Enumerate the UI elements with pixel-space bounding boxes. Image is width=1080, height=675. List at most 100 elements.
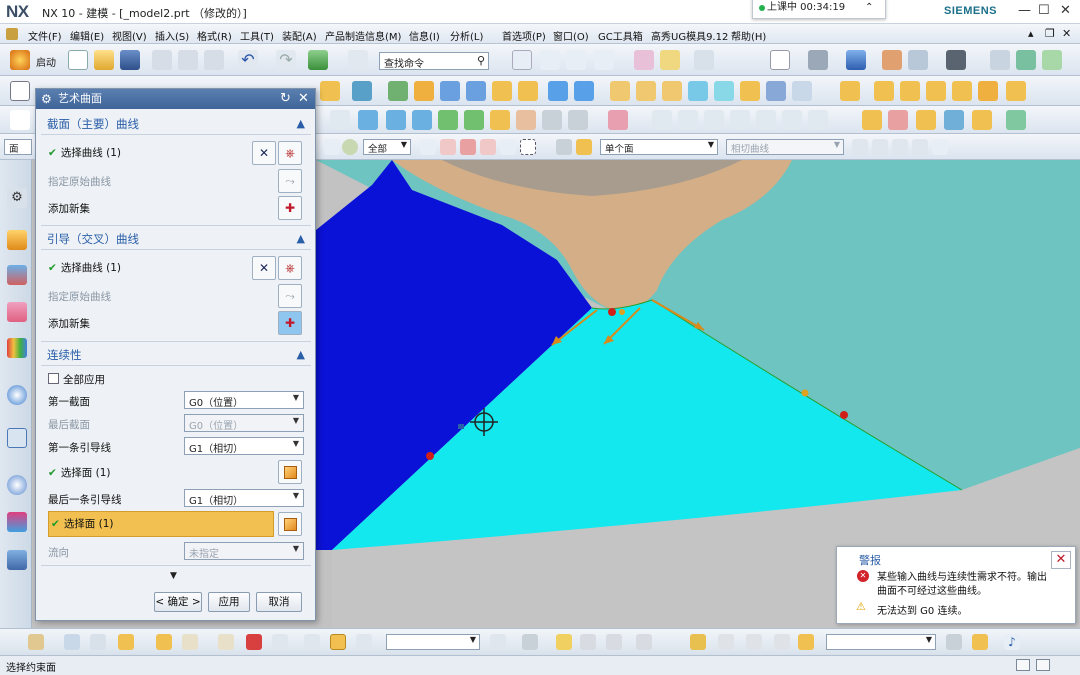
type-filter-combo[interactable]: 面 [4, 139, 32, 155]
clearance-icon[interactable] [522, 634, 538, 650]
delete-face-icon[interactable] [1006, 81, 1026, 101]
menu-mold[interactable]: 高秀UG模具9.12 [651, 28, 728, 43]
sequence-icon[interactable] [272, 634, 288, 650]
trim-curve-icon[interactable] [652, 110, 672, 130]
deviation-icon[interactable] [944, 110, 964, 130]
menu-minimize-icon[interactable]: ▴ [1028, 27, 1034, 40]
mesh-surface-icon[interactable] [386, 110, 406, 130]
slot-icon[interactable] [492, 81, 512, 101]
select-face-2[interactable]: ✔ 选择面 (1) [48, 511, 274, 537]
surface-analysis-icon[interactable] [862, 110, 882, 130]
pocket-icon[interactable] [440, 81, 460, 101]
boss-icon[interactable] [414, 81, 434, 101]
menu-window[interactable]: 窗口(O) [553, 28, 589, 43]
split-icon[interactable] [900, 81, 920, 101]
mold-part-icon[interactable] [690, 634, 706, 650]
last-guide-select[interactable]: G1（相切） ▼ [184, 489, 304, 507]
alert-close-button[interactable]: ✕ [1051, 551, 1071, 569]
curvature-icon[interactable] [916, 110, 936, 130]
mirror-icon[interactable] [840, 81, 860, 101]
join-curve-icon[interactable] [730, 110, 750, 130]
replace-face-icon[interactable] [978, 81, 998, 101]
point-icon[interactable] [566, 50, 586, 70]
swept-icon[interactable] [412, 110, 432, 130]
menu-preferences[interactable]: 首选项(P) [502, 28, 546, 43]
settings-icon[interactable]: ⚙ [7, 188, 27, 208]
assembly-new-icon[interactable] [64, 634, 80, 650]
material-icon[interactable] [1016, 50, 1036, 70]
view-orient-icon[interactable] [808, 50, 828, 70]
edit-curve-icon[interactable] [782, 110, 802, 130]
groove-icon[interactable] [518, 81, 538, 101]
mirror-assembly-icon[interactable] [156, 634, 172, 650]
menu-insert[interactable]: 插入(S) [155, 28, 189, 43]
music-note-icon[interactable]: ♪ [1004, 634, 1020, 650]
new-file-icon[interactable] [68, 50, 88, 70]
menu-help[interactable]: 帮助(H) [731, 28, 766, 43]
arrow-right-icon[interactable] [932, 139, 948, 155]
move-component-icon[interactable] [118, 634, 134, 650]
part-navigator-icon[interactable] [7, 302, 27, 322]
select-guide-curve[interactable]: ✔ 选择曲线 (1) [48, 260, 121, 275]
fillet-curve-icon[interactable] [756, 110, 776, 130]
curve-select-button[interactable]: ⎈ [278, 256, 302, 280]
extract-icon[interactable] [952, 81, 972, 101]
hd3d-icon[interactable] [7, 385, 27, 405]
menu-assembly[interactable]: 装配(A) [282, 28, 317, 43]
shell-icon[interactable] [688, 81, 708, 101]
menu-info[interactable]: 信息(I) [409, 28, 440, 43]
menu-pmi[interactable]: 产品制造信息(M) [325, 28, 401, 43]
extrude-icon[interactable] [320, 81, 340, 101]
sew-icon[interactable] [766, 81, 786, 101]
snap-end-icon[interactable] [440, 139, 456, 155]
menu-edit[interactable]: 编辑(E) [70, 28, 104, 43]
plane-icon[interactable] [594, 50, 614, 70]
cancel-button[interactable]: 取消 [256, 592, 302, 612]
measure-distance-icon[interactable] [490, 634, 506, 650]
pattern-component-icon[interactable] [182, 634, 198, 650]
history-icon[interactable] [7, 475, 27, 495]
select-face-1[interactable]: ✔ 选择面 (1) [48, 465, 111, 480]
trim-body-icon[interactable] [714, 81, 734, 101]
assembly-navigator-icon[interactable] [7, 230, 27, 250]
project-curve-icon[interactable] [568, 110, 588, 130]
open-folder-icon[interactable] [94, 50, 114, 70]
display-icon[interactable] [882, 50, 902, 70]
save-icon[interactable] [120, 50, 140, 70]
law-extension-icon[interactable] [516, 110, 536, 130]
add-set-button[interactable]: ✚ [278, 196, 302, 220]
reset-icon[interactable]: ↻ [280, 89, 291, 109]
bridge-icon[interactable] [490, 110, 510, 130]
bottom-combo-2[interactable]: ▼ [826, 634, 936, 650]
mold-tools-icon[interactable] [798, 634, 814, 650]
curve-length-icon[interactable] [808, 110, 828, 130]
hole-icon[interactable] [388, 81, 408, 101]
menu-app-icon[interactable] [6, 28, 18, 40]
command-finder-icon[interactable] [348, 50, 368, 70]
dialog-close-icon[interactable]: ✕ [298, 89, 309, 109]
view-triad-icon[interactable] [946, 634, 962, 650]
system-materials-icon[interactable] [7, 512, 27, 532]
through-curves-icon[interactable] [358, 110, 378, 130]
face-rule-combo[interactable]: 单个面 ▼ [600, 139, 718, 155]
light-icon[interactable] [1042, 50, 1062, 70]
snap-mid-icon[interactable] [460, 139, 476, 155]
section-continuity-header[interactable]: 连续性 ▲ [41, 344, 311, 366]
start-button[interactable]: 启动 [36, 54, 56, 69]
select-face-icon[interactable] [576, 139, 592, 155]
pad-icon[interactable] [466, 81, 486, 101]
wcs-icon[interactable] [540, 50, 560, 70]
curve-select-button[interactable]: ⎈ [278, 141, 302, 165]
wave-link-icon[interactable] [218, 634, 234, 650]
search-icon[interactable]: ⚲ [477, 54, 485, 67]
search-input[interactable]: 查找命令 ⚲ [379, 52, 489, 70]
close-button[interactable]: ✕ [1060, 3, 1071, 18]
box-select-icon[interactable] [520, 139, 536, 155]
assembly-add-icon[interactable] [28, 634, 44, 650]
offset-curve-icon[interactable] [542, 110, 562, 130]
intersect-curve-icon[interactable] [704, 110, 724, 130]
cut-icon[interactable] [152, 50, 172, 70]
start-icon[interactable] [10, 50, 30, 70]
interference-icon[interactable] [356, 634, 372, 650]
menu-close-icon[interactable]: ✕ [1062, 27, 1071, 40]
